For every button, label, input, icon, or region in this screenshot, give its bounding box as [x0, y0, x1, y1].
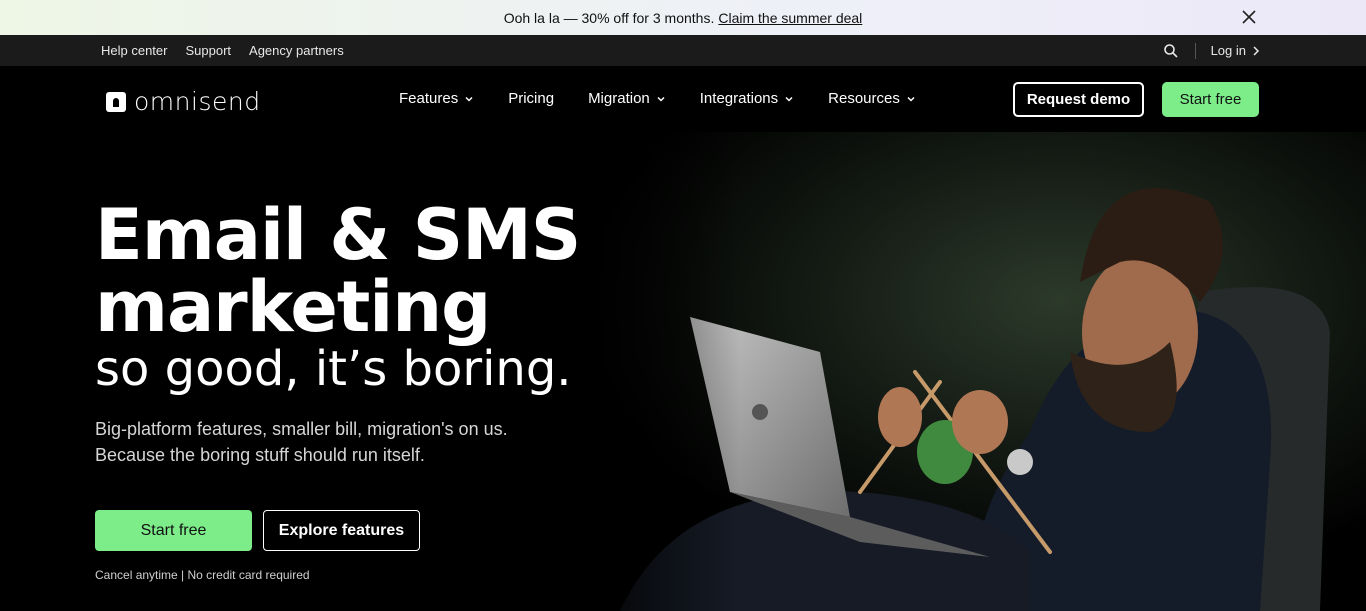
explore-features-button[interactable]: Explore features [263, 510, 420, 551]
utility-bar: Help center Support Agency partners Log … [0, 35, 1366, 66]
chevron-down-icon [465, 96, 473, 102]
search-icon[interactable] [1163, 43, 1179, 59]
logo-wordmark: omnisend [134, 87, 261, 116]
hero-headline-line3: so good, it’s boring. [95, 341, 572, 397]
hero-subtext-line2: Because the boring stuff should run itse… [95, 445, 425, 465]
chevron-right-icon [1253, 45, 1260, 56]
utility-right: Log in [1163, 42, 1260, 59]
start-free-button[interactable]: Start free [95, 510, 252, 551]
nav-item-pricing[interactable]: Pricing [508, 90, 554, 107]
close-icon[interactable] [1240, 8, 1258, 26]
nav-item-label: Pricing [508, 90, 555, 107]
logo[interactable]: omnisend [106, 87, 261, 116]
promo-text: Ooh la la — 30% off for 3 months. [503, 9, 715, 26]
agency-partners-link[interactable]: Agency partners [249, 43, 344, 58]
hero-subtext-line1: Big-platform features, smaller bill, mig… [95, 419, 508, 439]
hero-image [560, 132, 1366, 611]
chevron-down-icon [657, 96, 665, 102]
nav-item-migration[interactable]: Migration [588, 90, 666, 107]
utility-links: Help center Support Agency partners [101, 43, 344, 58]
nav-menu: Features Pricing Migration Integrations … [399, 90, 950, 107]
request-demo-button[interactable]: Request demo [1013, 82, 1144, 117]
start-free-nav-button[interactable]: Start free [1162, 82, 1259, 117]
promo-banner: Ooh la la — 30% off for 3 months. Claim … [0, 0, 1366, 35]
nav-item-features[interactable]: Features [399, 90, 474, 107]
chevron-down-icon [907, 96, 915, 102]
nav-item-label: Migration [588, 90, 650, 107]
login-link[interactable]: Log in [1211, 43, 1260, 58]
nav-item-label: Features [399, 90, 459, 107]
nav-item-integrations[interactable]: Integrations [700, 90, 794, 107]
nav-item-label: Integrations [699, 90, 779, 107]
main-nav: omnisend Features Pricing Migration Inte… [0, 66, 1366, 132]
nav-item-label: Resources [828, 90, 900, 107]
hero-note: Cancel anytime | No credit card required [95, 568, 310, 582]
help-center-link[interactable]: Help center [101, 43, 167, 58]
omnisend-logo-icon [106, 91, 126, 112]
hero-headline-line2: marketing [95, 266, 491, 348]
promo-link[interactable]: Claim the summer deal [718, 10, 862, 26]
divider [1194, 42, 1196, 59]
login-label: Log in [1210, 43, 1246, 58]
support-link[interactable]: Support [185, 43, 231, 58]
nav-item-resources[interactable]: Resources [828, 90, 916, 107]
hero-headline-line1: Email & SMS [95, 194, 581, 276]
hero-subtext: Big-platform features, smaller bill, mig… [95, 416, 595, 468]
chevron-down-icon [785, 96, 793, 102]
